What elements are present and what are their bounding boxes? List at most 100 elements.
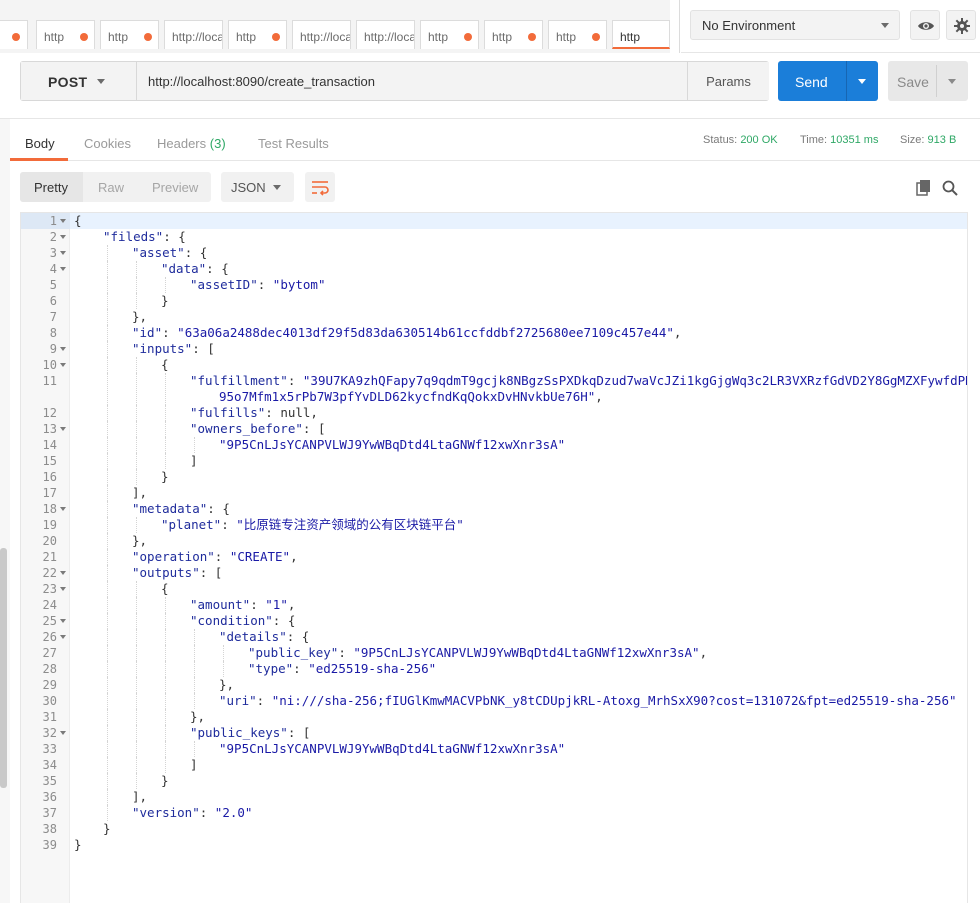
save-options-chevron-icon[interactable] bbox=[948, 79, 956, 84]
code-line: 16} bbox=[21, 469, 967, 485]
code-text: "assetID": "bytom" bbox=[190, 277, 326, 292]
search-icon[interactable] bbox=[941, 179, 959, 197]
fold-toggle-icon[interactable] bbox=[60, 427, 66, 431]
fold-toggle-icon[interactable] bbox=[60, 219, 66, 223]
fold-toggle-icon[interactable] bbox=[60, 635, 66, 639]
line-number: 4 bbox=[49, 262, 57, 276]
line-number: 37 bbox=[42, 806, 57, 820]
environment-select[interactable]: No Environment bbox=[690, 10, 900, 40]
environment-label: No Environment bbox=[702, 18, 796, 33]
code-text: ] bbox=[190, 757, 198, 772]
line-number: 31 bbox=[42, 710, 57, 724]
code-text: { bbox=[74, 213, 82, 228]
indent-guide bbox=[107, 405, 108, 421]
code-line: 20}, bbox=[21, 533, 967, 549]
response-body-editor[interactable]: 1{2 "fileds": {3 "asset": {4 "data": {5 "ass… bbox=[20, 212, 968, 903]
request-tab[interactable]: http bbox=[548, 20, 607, 49]
unsaved-dot bbox=[528, 33, 536, 41]
params-button[interactable]: Params bbox=[687, 62, 769, 100]
size-readout: Size: 913 B bbox=[900, 134, 956, 146]
tab-headers[interactable]: Headers (3) bbox=[157, 136, 226, 151]
fold-toggle-icon[interactable] bbox=[60, 347, 66, 351]
indent-guide bbox=[136, 709, 137, 725]
preview-button[interactable]: Preview bbox=[152, 180, 198, 195]
send-button[interactable]: Send bbox=[778, 61, 878, 101]
indent-guide bbox=[194, 693, 195, 709]
indent-guide bbox=[165, 629, 166, 645]
code-text: "public_keys": [ bbox=[190, 725, 311, 740]
code-text: } bbox=[74, 837, 82, 852]
fold-toggle-icon[interactable] bbox=[60, 235, 66, 239]
pretty-button[interactable]: Pretty bbox=[20, 172, 83, 202]
indent-guide bbox=[136, 661, 137, 677]
code-line: 6} bbox=[21, 293, 967, 309]
indent-guide bbox=[107, 533, 108, 549]
fold-toggle-icon[interactable] bbox=[60, 251, 66, 255]
format-label: JSON bbox=[231, 180, 266, 195]
request-tab[interactable]: http://loca bbox=[292, 20, 351, 49]
fold-toggle-icon[interactable] bbox=[60, 267, 66, 271]
indent-guide bbox=[107, 485, 108, 501]
line-number: 35 bbox=[42, 774, 57, 788]
indent-guide bbox=[165, 437, 166, 453]
request-tab[interactable]: http bbox=[612, 20, 670, 49]
status-readout: Status: 200 OK bbox=[703, 134, 778, 146]
indent-guide bbox=[107, 437, 108, 453]
format-select[interactable]: JSON bbox=[221, 172, 294, 202]
code-line: 36], bbox=[21, 789, 967, 805]
line-number: 28 bbox=[42, 662, 57, 676]
request-tab[interactable]: http bbox=[100, 20, 159, 49]
fold-toggle-icon[interactable] bbox=[60, 731, 66, 735]
indent-guide bbox=[136, 357, 137, 373]
code-line: 2 "fileds": { bbox=[21, 229, 967, 245]
tab-cookies[interactable]: Cookies bbox=[84, 136, 131, 151]
code-text: ], bbox=[132, 789, 148, 804]
tab-body[interactable]: Body bbox=[25, 136, 55, 151]
indent-guide bbox=[136, 773, 137, 789]
request-tab[interactable]: http bbox=[484, 20, 543, 49]
fold-toggle-icon[interactable] bbox=[60, 507, 66, 511]
send-options-chevron-icon[interactable] bbox=[858, 79, 866, 84]
code-text: ], bbox=[132, 485, 148, 500]
wrap-lines-button[interactable] bbox=[305, 172, 335, 202]
manage-environments-button[interactable] bbox=[946, 10, 976, 40]
url-input[interactable] bbox=[137, 62, 687, 100]
request-tab[interactable]: http://loca bbox=[164, 20, 223, 49]
fold-toggle-icon[interactable] bbox=[60, 363, 66, 367]
environment-quick-look-button[interactable] bbox=[910, 10, 940, 40]
code-text: } bbox=[161, 293, 169, 308]
indent-guide bbox=[165, 373, 166, 405]
code-line: 35} bbox=[21, 773, 967, 789]
indent-guide bbox=[136, 373, 137, 405]
line-number: 16 bbox=[42, 470, 57, 484]
fold-toggle-icon[interactable] bbox=[60, 587, 66, 591]
response-toolbar: Pretty Raw Preview JSON bbox=[0, 161, 980, 212]
indent-guide bbox=[107, 501, 108, 517]
line-number: 21 bbox=[42, 550, 57, 564]
eye-icon bbox=[918, 22, 934, 30]
request-tab[interactable]: http://loca bbox=[356, 20, 415, 49]
raw-button[interactable]: Raw bbox=[98, 180, 124, 195]
request-tab[interactable]: http bbox=[228, 20, 287, 49]
copy-icon[interactable] bbox=[915, 179, 933, 197]
save-button[interactable]: Save bbox=[888, 61, 968, 101]
request-tab-partial[interactable] bbox=[0, 20, 28, 49]
code-text: }, bbox=[190, 709, 206, 724]
code-line: 15] bbox=[21, 453, 967, 469]
indent-guide bbox=[136, 629, 137, 645]
indent-guide bbox=[107, 517, 108, 533]
tab-test-results[interactable]: Test Results bbox=[258, 136, 329, 151]
line-number: 39 bbox=[42, 838, 57, 852]
fold-toggle-icon[interactable] bbox=[60, 571, 66, 575]
fold-toggle-icon[interactable] bbox=[60, 619, 66, 623]
indent-guide bbox=[107, 661, 108, 677]
code-line: 11 "fulfillment": "39U7KA9zhQFapy7q9qdmT9… bbox=[21, 373, 967, 405]
scrollbar-thumb[interactable] bbox=[0, 548, 7, 788]
request-tab[interactable]: http bbox=[36, 20, 95, 49]
indent-guide bbox=[107, 773, 108, 789]
response-tabs: Body Cookies Headers (3) Test Results St… bbox=[0, 119, 980, 161]
indent-guide bbox=[194, 661, 195, 677]
request-tab[interactable]: http bbox=[420, 20, 479, 49]
method-select[interactable]: POST bbox=[21, 62, 137, 100]
code-text: "owners_before": [ bbox=[190, 421, 326, 436]
